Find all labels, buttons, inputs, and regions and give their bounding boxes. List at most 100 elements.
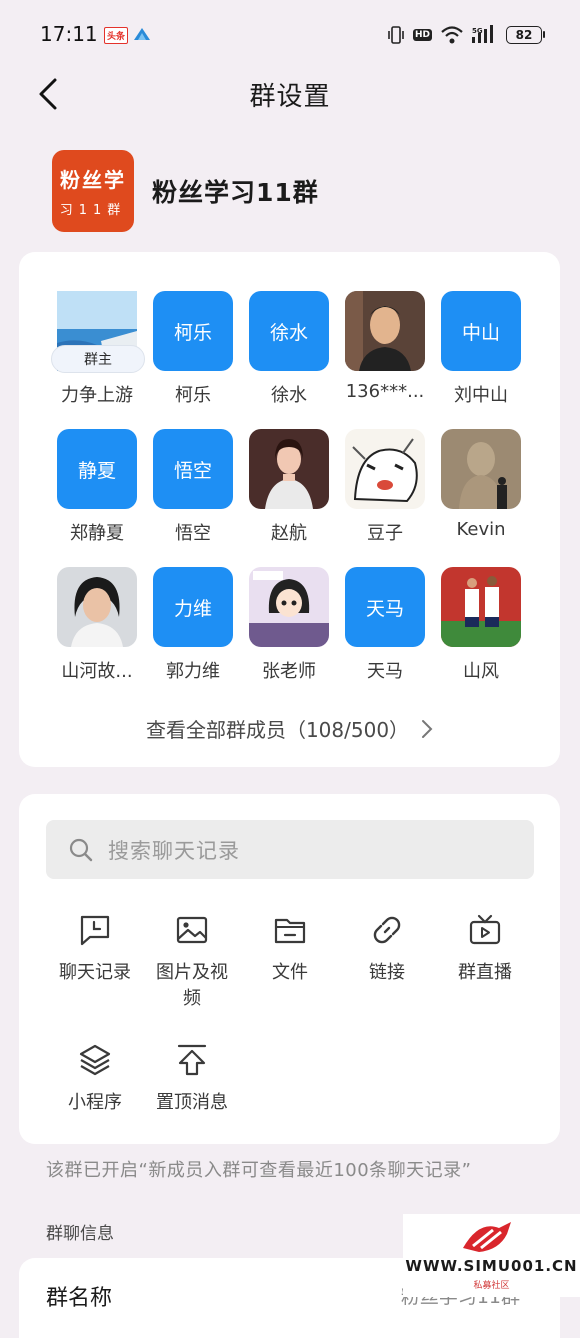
- member-avatar[interactable]: [57, 567, 137, 647]
- member-name: 悟空: [175, 523, 211, 544]
- member-name: 柯乐: [175, 385, 211, 406]
- tool-label: 图片及视频: [156, 962, 228, 1009]
- member-name: 赵航: [271, 523, 307, 544]
- member-name: 刘中山: [454, 385, 508, 406]
- member-avatar[interactable]: 群主: [51, 291, 145, 373]
- wifi-icon: [441, 26, 463, 44]
- member-item[interactable]: 柯乐 柯乐: [145, 291, 241, 407]
- member-name: 豆子: [367, 523, 403, 544]
- member-avatar[interactable]: [249, 429, 329, 509]
- member-name: 郑静夏: [70, 523, 124, 544]
- member-name: 徐水: [271, 385, 307, 406]
- member-item[interactable]: 山风: [433, 567, 529, 683]
- status-time: 17:11: [40, 22, 98, 46]
- view-all-members-button[interactable]: 查看全部群成员（108/500）: [19, 714, 560, 743]
- members-grid: 群主 力争上游 柯乐 柯乐 徐水 徐水 136***... 中山 刘中山 静夏 郑静夏 悟空 悟空 赵航豆…: [49, 291, 539, 683]
- member-item[interactable]: 豆子: [337, 429, 433, 545]
- hd-icon: HD: [412, 29, 432, 41]
- member-avatar[interactable]: 悟空: [153, 429, 233, 509]
- member-item[interactable]: 136***...: [337, 291, 433, 407]
- member-item[interactable]: 中山 刘中山: [433, 291, 529, 407]
- layers-icon: [77, 1042, 113, 1078]
- member-avatar-text: 柯乐: [173, 321, 212, 344]
- member-item[interactable]: 山河故...: [49, 567, 145, 683]
- members-card: 群主 力争上游 柯乐 柯乐 徐水 徐水 136***... 中山 刘中山 静夏 郑静夏 悟空 悟空 赵航豆…: [19, 252, 560, 767]
- member-photo: [441, 429, 521, 509]
- chevron-right-icon: [422, 719, 433, 738]
- tool-label: 小程序: [68, 1092, 122, 1113]
- member-photo: [345, 429, 425, 509]
- member-name: 张老师: [262, 661, 316, 682]
- member-name: 136***...: [345, 381, 425, 402]
- member-avatar-text: 力维: [173, 597, 212, 620]
- member-item[interactable]: 张老师: [241, 567, 337, 683]
- view-all-members-label: 查看全部群成员（108/500）: [145, 718, 410, 742]
- member-avatar[interactable]: 柯乐: [153, 291, 233, 371]
- tool-label: 聊天记录: [59, 962, 131, 983]
- owner-badge: 群主: [51, 345, 145, 373]
- tool-group-live[interactable]: 群直播: [436, 912, 534, 986]
- member-avatar[interactable]: 力维: [153, 567, 233, 647]
- member-item[interactable]: Kevin: [433, 429, 529, 545]
- member-item[interactable]: 静夏 郑静夏: [49, 429, 145, 545]
- member-avatar[interactable]: [345, 429, 425, 509]
- tool-mini-programs[interactable]: 小程序: [46, 1042, 144, 1116]
- folder-icon: [272, 912, 308, 948]
- section-label-group-info: 群聊信息: [46, 1224, 114, 1244]
- member-photo: [345, 291, 425, 371]
- member-name: 山河故...: [61, 661, 133, 682]
- tool-label: 群直播: [458, 962, 512, 983]
- group-name: 粉丝学习11群: [152, 178, 319, 207]
- search-placeholder: 搜索聊天记录: [108, 838, 240, 863]
- group-avatar-line1: 粉丝学: [60, 168, 126, 192]
- member-avatar-text: 中山: [461, 321, 500, 344]
- group-avatar-line2: 习11群: [59, 203, 127, 218]
- member-item[interactable]: 徐水 徐水: [241, 291, 337, 407]
- member-avatar[interactable]: [441, 567, 521, 647]
- watermark-sub: 私募社区: [473, 1281, 510, 1291]
- member-avatar[interactable]: 静夏: [57, 429, 137, 509]
- group-name-row-label: 群名称: [46, 1286, 113, 1311]
- tool-pinned-messages[interactable]: 置顶消息: [143, 1042, 241, 1116]
- tool-label: 链接: [369, 962, 405, 983]
- news-app-badge: 头条: [104, 27, 129, 44]
- pin-top-icon: [174, 1042, 210, 1078]
- tool-chat-history[interactable]: 聊天记录: [46, 912, 144, 986]
- tool-files[interactable]: 文件: [241, 912, 339, 986]
- vibrate-icon: [388, 26, 404, 44]
- member-avatar[interactable]: [345, 291, 425, 371]
- member-avatar[interactable]: [441, 429, 521, 509]
- member-avatar[interactable]: 徐水: [249, 291, 329, 371]
- watermark-url: WWW.SIMU001.CN: [405, 1257, 578, 1275]
- member-photo: [57, 567, 137, 647]
- member-avatar-text: 悟空: [173, 459, 212, 482]
- signal-icon: 5G: [472, 25, 493, 43]
- chat-history-icon: [77, 912, 113, 948]
- member-photo: [249, 429, 329, 509]
- member-avatar-text: 徐水: [269, 321, 308, 344]
- watermark: WWW.SIMU001.CN 私募社区: [403, 1214, 580, 1297]
- group-header[interactable]: 粉丝学 习11群 粉丝学习11群: [52, 150, 319, 232]
- member-item[interactable]: 悟空 悟空: [145, 429, 241, 545]
- member-photo: [249, 567, 329, 647]
- app-notification-icon: [134, 28, 150, 40]
- member-item[interactable]: 力维 郭力维: [145, 567, 241, 683]
- group-avatar[interactable]: 粉丝学 习11群: [52, 150, 134, 232]
- member-avatar[interactable]: 中山: [441, 291, 521, 371]
- nav-bar: 群设置: [0, 70, 580, 120]
- member-item[interactable]: 天马 天马: [337, 567, 433, 683]
- tool-images-videos[interactable]: 图片及视频: [143, 912, 241, 1012]
- tool-links[interactable]: 链接: [338, 912, 436, 986]
- member-avatar[interactable]: [249, 567, 329, 647]
- member-avatar[interactable]: 天马: [345, 567, 425, 647]
- history-notice: 该群已开启“新成员入群可查看最近100条聊天记录”: [46, 1160, 472, 1181]
- status-bar: 17:11 头条 HD 5G 82: [0, 0, 580, 70]
- chat-tools-card: 搜索聊天记录 聊天记录 图片及视频 文件 链接 群直播 小程序 置顶消息: [19, 794, 560, 1144]
- member-item[interactable]: 赵航: [241, 429, 337, 545]
- member-name: 力争上游: [61, 385, 133, 406]
- member-name: 山风: [463, 661, 499, 682]
- member-item[interactable]: 群主 力争上游: [49, 291, 145, 407]
- battery-icon: 82: [506, 26, 545, 44]
- search-chat-history-input[interactable]: 搜索聊天记录: [46, 820, 534, 879]
- page-title: 群设置: [249, 82, 331, 112]
